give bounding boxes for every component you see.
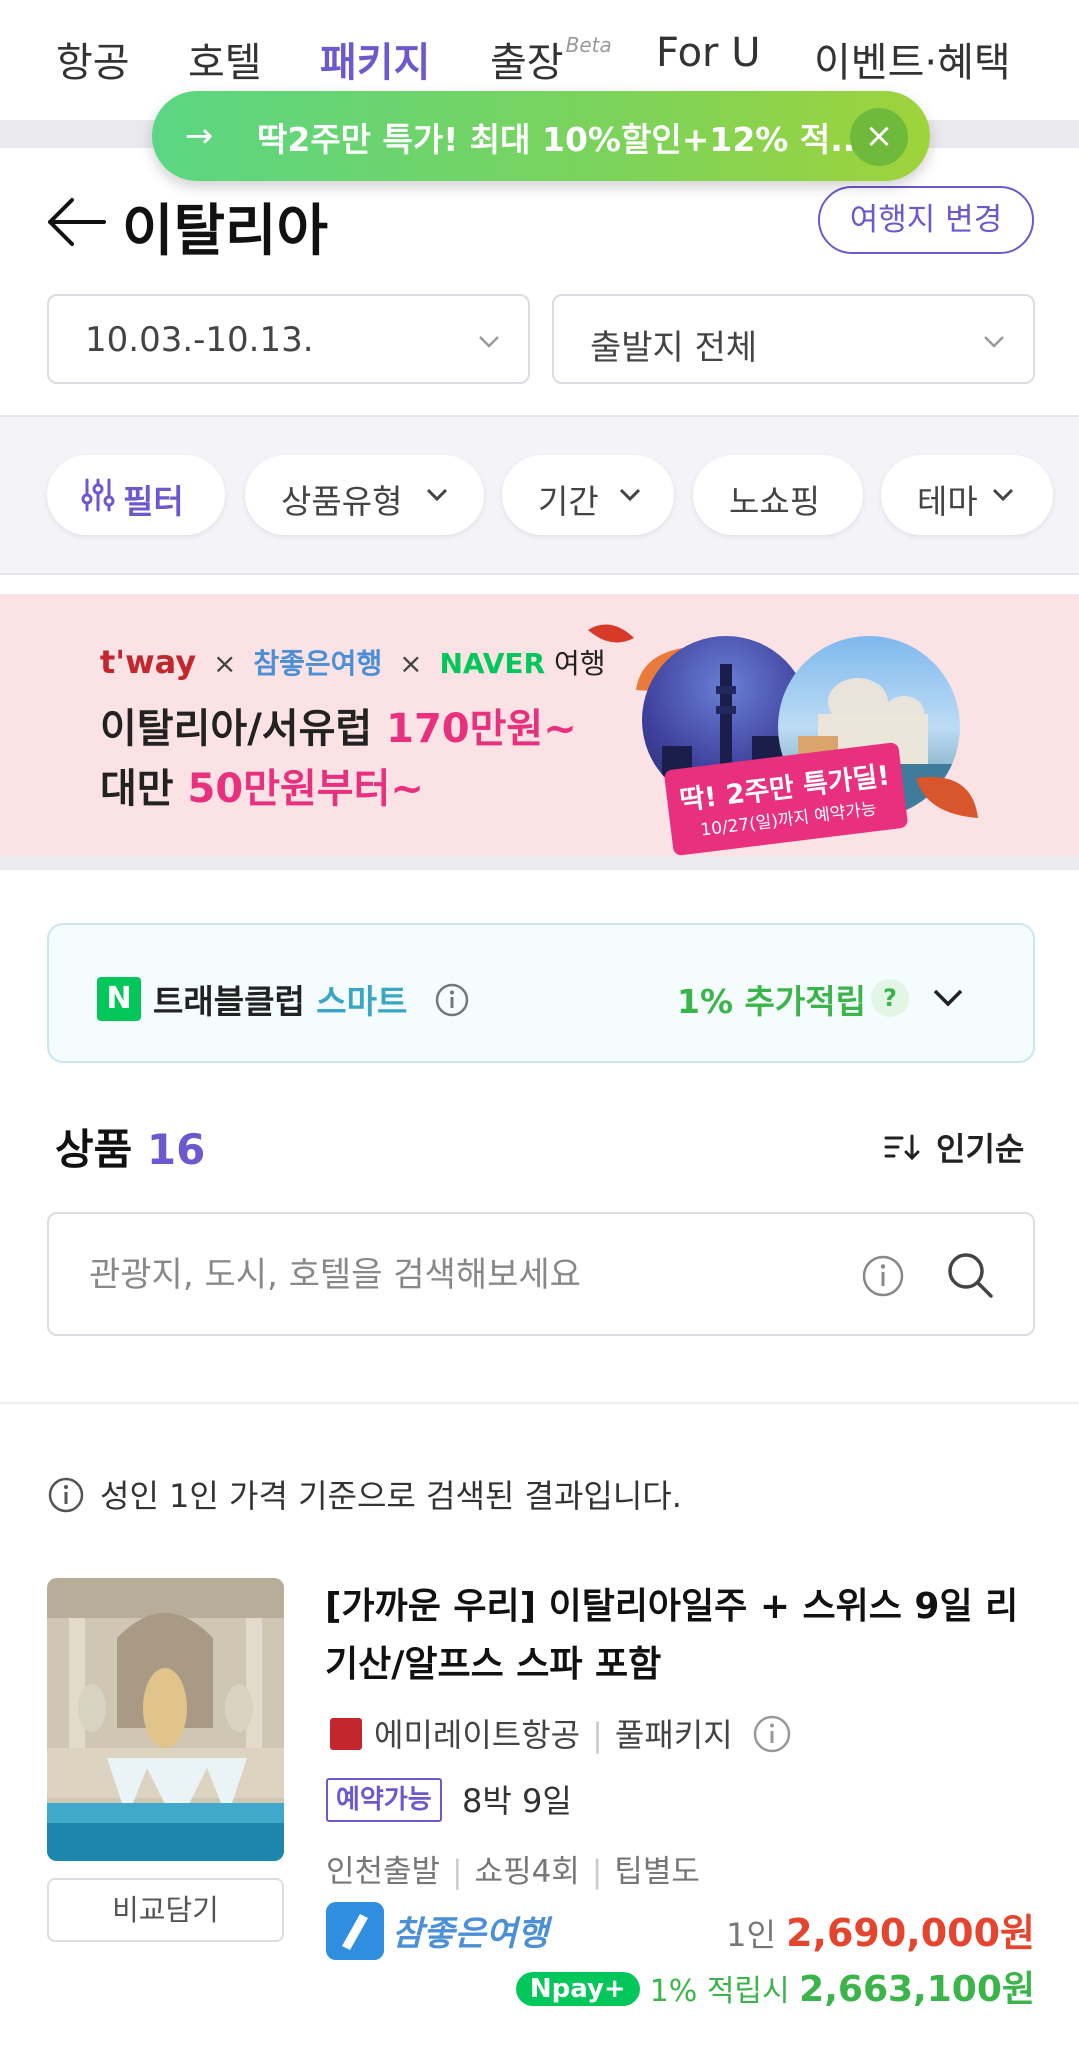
- beta-badge: Beta: [565, 33, 612, 57]
- chip-theme[interactable]: 테마: [881, 455, 1053, 535]
- meta-shopping: 쇼핑4회: [474, 1854, 580, 1890]
- club-reward: 1% 추가적립: [677, 982, 866, 1021]
- chevron-down-icon: [619, 488, 641, 502]
- date-select[interactable]: 10.03.-10.13.: [47, 294, 530, 384]
- products-header: 상품 16: [55, 1116, 205, 1177]
- tab-hotels[interactable]: 호텔: [188, 30, 262, 88]
- naver-logo: N: [97, 977, 141, 1021]
- info-icon[interactable]: [752, 1714, 792, 1754]
- sort-button[interactable]: 인기순: [936, 1124, 1024, 1170]
- seller-name: 참좋은여행: [392, 1914, 549, 1954]
- brand-chamjoeun: 참좋은여행: [253, 647, 383, 680]
- arrow-right-icon: →: [184, 116, 214, 156]
- airline-name: 에미레이트항공: [374, 1716, 581, 1754]
- tab-business-trip-label: 출장: [490, 40, 564, 86]
- leaf-icon: [588, 624, 634, 643]
- page-title: 이탈리아: [122, 199, 329, 264]
- product-thumbnail[interactable]: [47, 1578, 284, 1861]
- product-meta: 인천출발 | 쇼핑4회 | 팁별도: [326, 1846, 700, 1891]
- tab-for-u[interactable]: For U: [656, 30, 761, 76]
- search-icon[interactable]: [945, 1250, 995, 1300]
- chip-duration[interactable]: 기간: [502, 455, 674, 535]
- price-row: 1인 2,690,000원: [726, 1902, 1035, 1957]
- price-prefix: 1인: [726, 1916, 787, 1954]
- banner-brands: t'way × 참좋은여행 × NAVER 여행: [100, 642, 606, 682]
- separator: |: [452, 1854, 463, 1890]
- trevi-fountain-image: [47, 1578, 284, 1861]
- product-airline-row: 에미레이트항공 | 풀패키지: [374, 1710, 733, 1756]
- chevron-down-icon: [992, 488, 1014, 502]
- banner-line-2-price: 50만원부터~: [187, 766, 424, 812]
- back-arrow-icon[interactable]: [44, 192, 108, 252]
- promo-toast[interactable]: → 딱2주만 특가! 최대 10%할인+12% 적... ×: [152, 91, 930, 181]
- travel-club-box[interactable]: N 트래블클럽 스마트 1% 추가적립 ?: [47, 923, 1035, 1063]
- product-title[interactable]: [가까운 우리] 이탈리아일주 + 스위스 9일 리기산/알프스 스파 포함: [325, 1578, 1045, 1694]
- emirates-logo: [330, 1718, 362, 1750]
- products-title: 상품: [55, 1125, 133, 1174]
- meta-tip: 팁별도: [614, 1854, 700, 1890]
- npay-badge: Npay+: [515, 1972, 640, 2006]
- tab-business-trip[interactable]: 출장 Beta: [490, 30, 612, 88]
- departure-select[interactable]: 출발지 전체: [552, 294, 1035, 384]
- product-price: 2,690,000원: [786, 1911, 1035, 1955]
- search-input[interactable]: [89, 1248, 869, 1302]
- npay-text: 1% 적립시: [649, 1974, 800, 2009]
- products-count: 16: [146, 1125, 206, 1174]
- price-notice: 성인 1인 가격 기준으로 검색된 결과입니다.: [100, 1477, 682, 1515]
- banner-line-2: 대만 50만원부터~: [100, 756, 424, 814]
- trip-duration: 8박 9일: [462, 1782, 572, 1820]
- search-box: [47, 1212, 1035, 1336]
- question-icon[interactable]: ?: [871, 979, 909, 1017]
- chevron-down-icon: [479, 336, 499, 348]
- separator: |: [591, 1854, 603, 1890]
- banner-line-1-price: 170만원~: [386, 706, 577, 752]
- chip-label: 기간: [538, 482, 599, 521]
- compare-button[interactable]: 비교담기: [47, 1878, 284, 1942]
- seller-logo-icon: [326, 1902, 384, 1960]
- tab-events[interactable]: 이벤트·혜택: [814, 30, 1011, 88]
- npay-price: 2,663,100원: [799, 1969, 1035, 2010]
- banner-divider: [0, 856, 1079, 870]
- brand-separator: ×: [399, 647, 423, 680]
- club-name: 트래블클럽 스마트: [153, 975, 407, 1023]
- change-destination-button[interactable]: 여행지 변경: [818, 186, 1034, 254]
- date-value: 10.03.-10.13.: [85, 320, 314, 360]
- package-type: 풀패키지: [614, 1716, 733, 1754]
- close-icon[interactable]: ×: [850, 108, 908, 166]
- availability-badge: 예약가능: [326, 1778, 442, 1822]
- filter-button[interactable]: 필터: [47, 455, 225, 535]
- chip-product-type[interactable]: 상품유형: [245, 455, 484, 535]
- brand-suffix: 여행: [553, 647, 606, 680]
- filter-label: 필터: [123, 482, 184, 521]
- tab-flights[interactable]: 항공: [56, 30, 130, 88]
- meta-departure: 인천출발: [326, 1854, 441, 1890]
- club-smart-label: 스마트: [316, 982, 408, 1021]
- chip-label: 노쇼핑: [729, 482, 821, 521]
- tab-packages[interactable]: 패키지: [320, 30, 430, 88]
- info-icon[interactable]: [434, 982, 470, 1018]
- club-name-text: 트래블클럽: [153, 982, 317, 1021]
- brand-separator: ×: [213, 647, 237, 680]
- banner-line-1-text: 이탈리아/서유럽: [100, 706, 387, 752]
- sliders-icon: [81, 478, 115, 512]
- toast-text: 딱2주만 특가! 최대 10%할인+12% 적...: [257, 120, 868, 159]
- leaf-icon: [916, 776, 978, 818]
- banner-line-2-text: 대만: [100, 766, 188, 812]
- sort-icon[interactable]: [884, 1132, 920, 1162]
- chip-label: 테마: [917, 482, 978, 521]
- chevron-down-icon: [984, 336, 1004, 348]
- separator: |: [592, 1716, 603, 1754]
- section-divider: [0, 1402, 1079, 1404]
- banner-line-1: 이탈리아/서유럽 170만원~: [100, 696, 577, 754]
- npay-row: Npay+ 1% 적립시 2,663,100원: [515, 1960, 1035, 2012]
- brand-tway: t'way: [100, 643, 197, 681]
- info-icon: [48, 1477, 84, 1513]
- brand-naver: NAVER: [439, 647, 546, 680]
- departure-value: 출발지 전체: [590, 328, 758, 368]
- chevron-down-icon[interactable]: [931, 985, 965, 1011]
- chip-label: 상품유형: [281, 482, 403, 521]
- info-icon[interactable]: [861, 1254, 905, 1298]
- chevron-down-icon: [426, 488, 448, 502]
- chip-no-shopping[interactable]: 노쇼핑: [693, 455, 863, 535]
